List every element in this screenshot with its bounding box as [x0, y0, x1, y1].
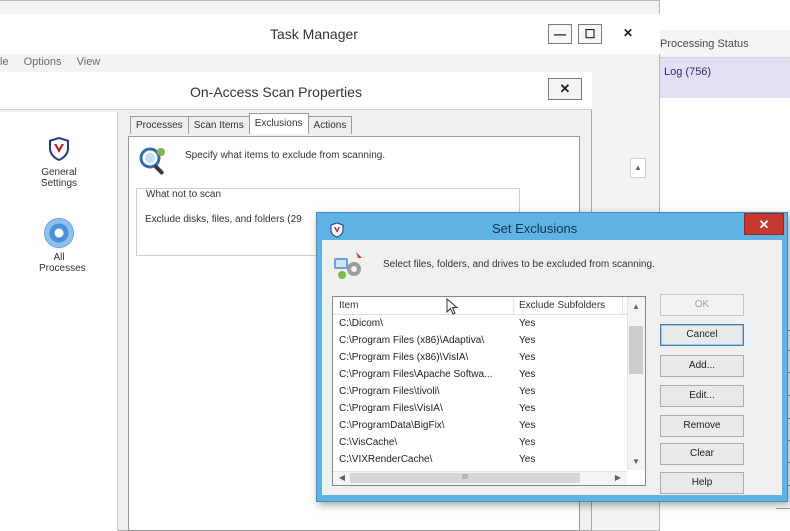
oas-close-button[interactable]: ✕ [548, 78, 582, 100]
clear-button[interactable]: Clear [660, 443, 744, 465]
vertical-scrollbar[interactable] [627, 297, 645, 470]
oas-description: Specify what items to exclude from scann… [185, 150, 386, 161]
item-path: C:\Program Files\Apache Softwa... [339, 369, 493, 380]
processing-status-header[interactable]: Processing Status [652, 30, 790, 58]
magnifier-gear-icon [139, 147, 165, 175]
task-manager-title: Task Manager [270, 26, 358, 42]
menu-options[interactable]: Options [24, 56, 62, 68]
mouse-cursor-icon [446, 298, 459, 315]
list-item[interactable]: C:\Program Files\VisIA\ Yes [333, 403, 627, 417]
item-subfolders: Yes [519, 352, 536, 363]
item-subfolders: Yes [519, 420, 536, 431]
tab-scan-items[interactable]: Scan Items [187, 116, 250, 134]
list-item[interactable]: C:\Program Files (x86)\Adaptiva\ Yes [333, 335, 627, 349]
item-subfolders: Yes [519, 437, 536, 448]
item-path: C:\Program Files\tivoli\ [339, 386, 440, 397]
shield-app-icon [330, 222, 344, 238]
scroll-up-icon[interactable]: ▲ [630, 158, 646, 178]
task-manager-menu: le Options View [0, 56, 112, 68]
maximize-button[interactable]: ☐ [578, 24, 602, 44]
cancel-button[interactable]: Cancel [660, 324, 744, 346]
oas-title: On-Access Scan Properties [190, 84, 362, 100]
column-divider[interactable] [513, 297, 514, 314]
nav-label-processes: All Processes [39, 252, 86, 274]
exclusion-summary: Exclude disks, files, and folders (29 [145, 214, 302, 225]
minimize-button[interactable]: — [548, 24, 572, 44]
column-divider[interactable] [622, 297, 623, 314]
horizontal-scroll-thumb[interactable]: III [350, 473, 580, 483]
shield-icon [49, 137, 69, 161]
set-exclusions-close-button[interactable]: ✕ [744, 213, 784, 235]
edit-button[interactable]: Edit... [660, 385, 744, 407]
tab-processes[interactable]: Processes [130, 116, 189, 134]
item-subfolders: Yes [519, 403, 536, 414]
exclusion-settings-icon [334, 252, 362, 279]
nav-all-processes[interactable]: All Processes [14, 218, 104, 274]
list-item[interactable]: C:\ProgramData\BigFix\ Yes [333, 420, 627, 434]
nav-label-general: General Settings [40, 167, 78, 189]
item-path: C:\VIXRenderCache\ [339, 454, 433, 465]
disc-icon [44, 218, 74, 248]
nav-general-settings[interactable]: General Settings [14, 136, 104, 189]
item-subfolders: Yes [519, 318, 536, 329]
item-subfolders: Yes [519, 335, 536, 346]
item-subfolders: Yes [519, 369, 536, 380]
item-subfolders: Yes [519, 386, 536, 397]
close-button[interactable]: ✕ [612, 24, 644, 44]
column-exclude-subfolders[interactable]: Exclude Subfolders [519, 300, 605, 311]
item-path: C:\ProgramData\BigFix\ [339, 420, 445, 431]
group-label: What not to scan [146, 189, 222, 200]
item-path: C:\Program Files (x86)\Adaptiva\ [339, 335, 485, 346]
set-exclusions-description: Select files, folders, and drives to be … [383, 259, 655, 270]
menu-file[interactable]: le [0, 56, 9, 68]
scroll-up-icon[interactable]: ▲ [628, 300, 644, 314]
column-item[interactable]: Item [339, 300, 358, 311]
ok-button[interactable]: OK [660, 294, 744, 316]
item-path: C:\Program Files\VisIA\ [339, 403, 443, 414]
list-header: Item Exclude Subfolders [333, 297, 628, 315]
item-path: C:\VisCache\ [339, 437, 398, 448]
oas-tabs: Processes Scan Items Exclusions Actions [130, 113, 353, 136]
list-item[interactable]: C:\Program Files\Apache Softwa... Yes [333, 369, 627, 383]
help-button[interactable]: Help [660, 472, 744, 494]
vertical-scroll-thumb[interactable] [629, 326, 643, 374]
log-tab[interactable]: Log (756) [652, 58, 790, 98]
item-path: C:\Program Files (x86)\VisIA\ [339, 352, 469, 363]
add-button[interactable]: Add... [660, 355, 744, 377]
scroll-left-icon[interactable]: ◀ [334, 471, 350, 485]
list-item[interactable]: C:\VIXRenderCache\ Yes [333, 454, 627, 468]
list-item[interactable]: C:\Dicom\ Yes [333, 318, 627, 332]
list-item[interactable]: C:\Program Files (x86)\VisIA\ Yes [333, 352, 627, 366]
list-item[interactable]: C:\Program Files\tivoli\ Yes [333, 386, 627, 400]
remove-button[interactable]: Remove [660, 415, 744, 437]
tab-actions[interactable]: Actions [307, 116, 353, 134]
menu-view[interactable]: View [77, 56, 101, 68]
scroll-right-icon[interactable]: ▶ [610, 471, 626, 485]
list-item[interactable]: C:\VisCache\ Yes [333, 437, 627, 451]
set-exclusions-title: Set Exclusions [492, 221, 578, 236]
item-subfolders: Yes [519, 454, 536, 465]
item-path: C:\Dicom\ [339, 318, 383, 329]
scroll-down-icon[interactable]: ▼ [628, 455, 644, 469]
tab-exclusions[interactable]: Exclusions [248, 113, 309, 134]
